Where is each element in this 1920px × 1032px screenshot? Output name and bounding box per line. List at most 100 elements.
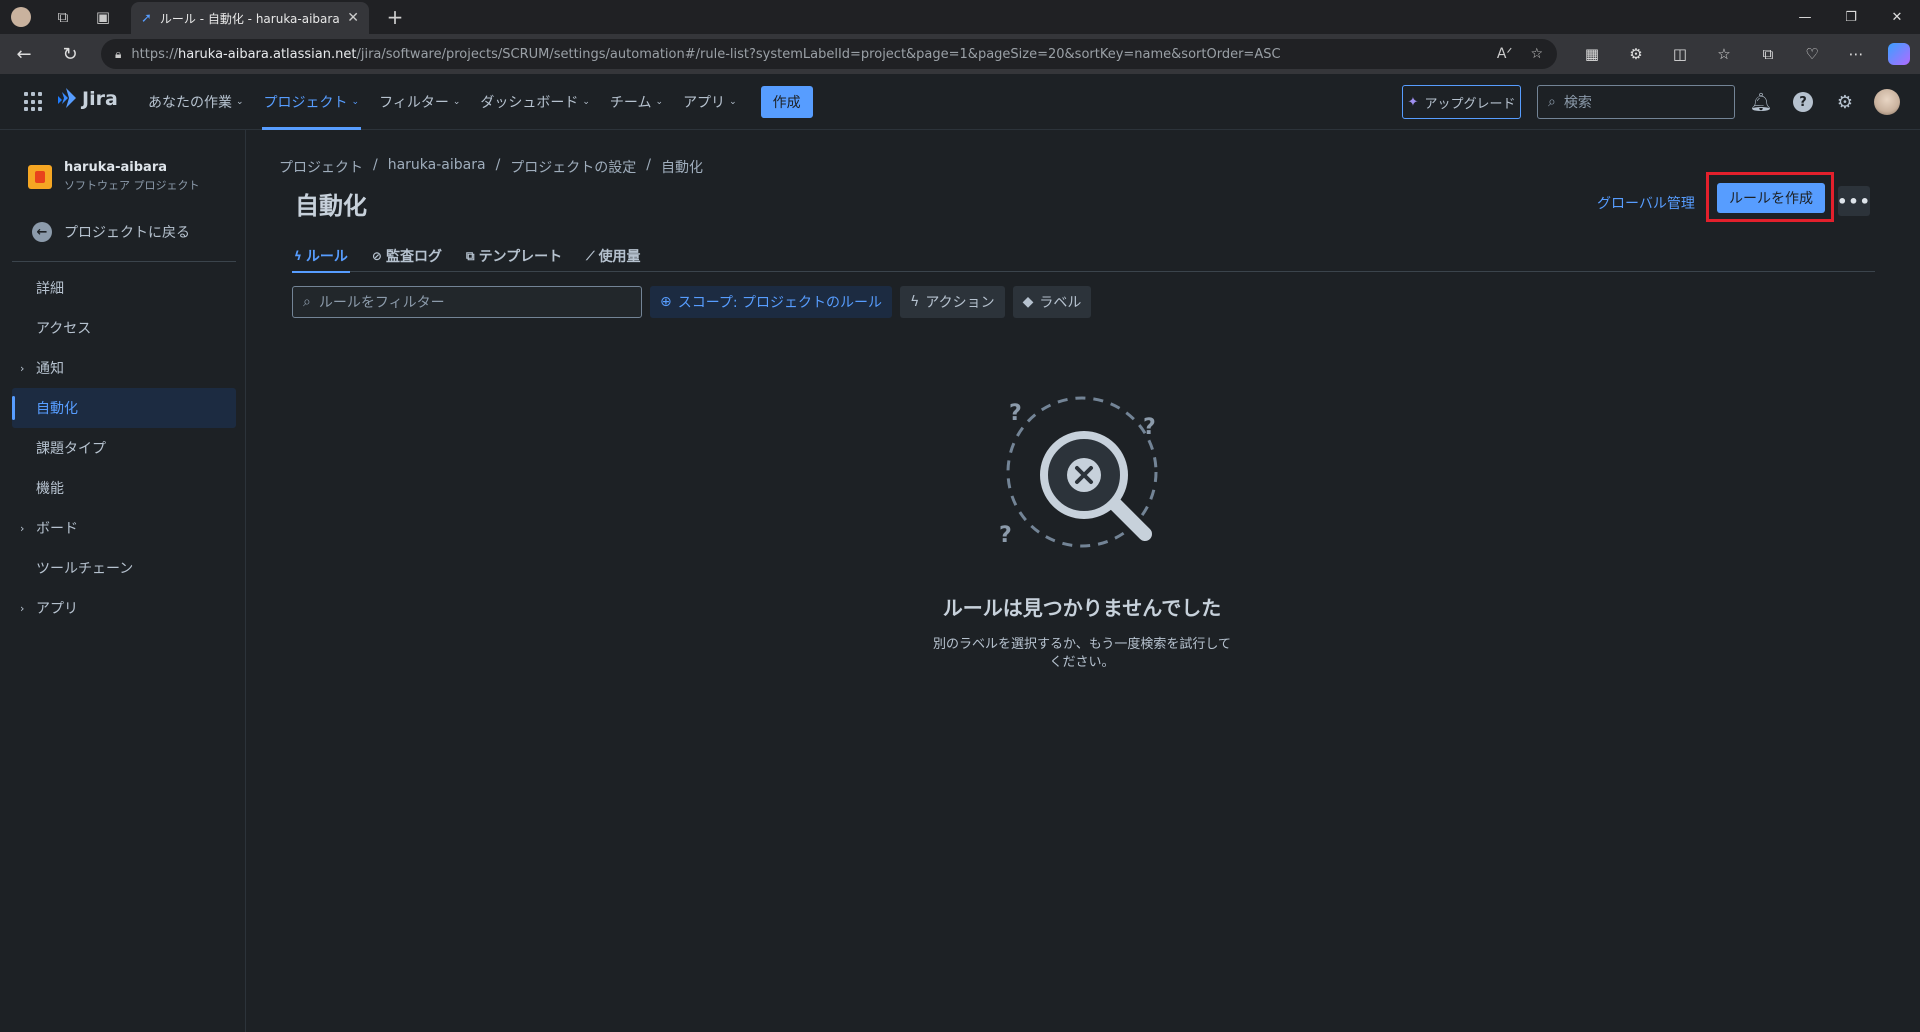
copilot-icon[interactable] — [1888, 43, 1910, 65]
window-close-icon[interactable]: ✕ — [1874, 0, 1920, 34]
workspaces-icon[interactable]: ⧉ — [46, 0, 80, 34]
reload-icon[interactable]: ↻ — [52, 36, 88, 72]
minimize-icon[interactable]: — — [1782, 0, 1828, 34]
highlight-box: ルールを作成 — [1706, 172, 1834, 222]
sidebar-item-board[interactable]: › ボード — [12, 508, 236, 548]
sidebar-item-automation[interactable]: 自動化 — [12, 388, 236, 428]
sidebar-item-apps[interactable]: › アプリ — [12, 588, 236, 628]
tab-templates[interactable]: ⧉ テンプレート — [464, 240, 564, 272]
restore-icon[interactable]: ❐ — [1828, 0, 1874, 34]
main-content: プロジェクト / haruka-aibara / プロジェクトの設定 / 自動化… — [247, 130, 1920, 1032]
split-screen-icon[interactable]: ◫ — [1660, 36, 1700, 72]
breadcrumb-sep: / — [495, 157, 501, 173]
back-to-project-link[interactable]: ← プロジェクトに戻る — [32, 222, 190, 242]
arrow-left-icon: ← — [32, 222, 52, 242]
help-icon[interactable]: ? — [1793, 92, 1813, 112]
new-tab-icon[interactable]: + — [380, 0, 410, 34]
url-text: https://haruka-aibara.atlassian.net/jira… — [131, 46, 1281, 62]
filter-row: ⌕ ルールをフィルター ⊕ スコープ: プロジェクトのルール ϟ アクション ◆… — [292, 286, 1092, 318]
automation-tabs: ϟ ルール ⊘ 監査ログ ⧉ テンプレート ⟋ 使用量 — [292, 240, 1875, 273]
collections-icon[interactable]: ⧉ — [1748, 36, 1788, 72]
nav-utility-icons: 🔔︎ ? ⚙ — [1745, 86, 1903, 118]
svg-text:?: ? — [1009, 401, 1022, 426]
sidebar-item-details[interactable]: 詳細 — [12, 268, 236, 308]
favorites-icon[interactable]: ☆ — [1704, 36, 1744, 72]
address-bar[interactable]: 🔒︎ https://haruka-aibara.atlassian.net/j… — [101, 39, 1557, 69]
read-aloud-icon[interactable]: Aᐟ — [1497, 46, 1513, 62]
nav-your-work[interactable]: あなたの作業 ⌄ — [140, 74, 252, 130]
window-controls: — ❐ ✕ — [1782, 0, 1920, 34]
sidebar-divider — [12, 261, 236, 262]
settings-gear-icon[interactable]: ⚙ — [1829, 86, 1861, 118]
project-name: haruka-aibara — [64, 160, 167, 175]
settings-nav: 詳細 アクセス › 通知 自動化 課題タイプ 機能 › ボード ツールチェーン › ア… — [12, 268, 236, 628]
browser-essentials-icon[interactable]: ♡ — [1792, 36, 1832, 72]
tab-close-icon[interactable]: ✕ — [347, 10, 359, 26]
breadcrumb-automation[interactable]: 自動化 — [661, 157, 703, 177]
create-button[interactable]: 作成 — [760, 86, 813, 118]
breadcrumb-project[interactable]: haruka-aibara — [388, 157, 486, 177]
browser-tab-active[interactable]: ➚ ルール - 自動化 - haruka-aibara - Jira ✕ — [131, 2, 369, 34]
empty-state-description: 別のラベルを選択するか、もう一度検索を試行してください。 — [933, 637, 1231, 670]
nav-projects[interactable]: プロジェクト ⌄ — [256, 74, 368, 130]
svg-text:?: ? — [999, 523, 1012, 548]
sidebar-item-notifications[interactable]: › 通知 — [12, 348, 236, 388]
sidebar-item-access[interactable]: アクセス — [12, 308, 236, 348]
chevron-down-icon: ⌄ — [729, 97, 737, 107]
global-admin-link[interactable]: グローバル管理 — [1597, 193, 1695, 213]
tab-usage[interactable]: ⟋ 使用量 — [584, 240, 642, 272]
chevron-right-icon: › — [20, 521, 25, 535]
nav-filters[interactable]: フィルター ⌄ — [371, 74, 468, 130]
empty-state-title: ルールは見つかりませんでした — [942, 596, 1222, 620]
more-actions-button[interactable]: ••• — [1837, 186, 1870, 216]
search-input[interactable]: ⌕ 検索 — [1537, 85, 1735, 119]
label-filter-button[interactable]: ◆ ラベル — [1012, 286, 1092, 318]
scope-filter-button[interactable]: ⊕ スコープ: プロジェクトのルール — [650, 286, 893, 318]
lightning-icon: ϟ — [294, 249, 302, 263]
nav-teams[interactable]: チーム ⌄ — [602, 74, 671, 130]
nav-dashboards[interactable]: ダッシュボード ⌄ — [472, 74, 598, 130]
project-header[interactable]: haruka-aibara ソフトウェア プロジェクト — [28, 160, 200, 193]
extensions-icon[interactable]: ⚙ — [1616, 36, 1656, 72]
breadcrumb-projects[interactable]: プロジェクト — [279, 157, 363, 177]
sidebar-item-toolchain[interactable]: ツールチェーン — [12, 548, 236, 588]
chart-icon: ⟋ — [586, 248, 595, 263]
tab-audit-log[interactable]: ⊘ 監査ログ — [370, 240, 444, 272]
create-rule-button[interactable]: ルールを作成 — [1717, 183, 1825, 213]
nav-apps[interactable]: アプリ ⌄ — [675, 74, 745, 130]
browser-tab-title: ルール - 自動化 - haruka-aibara - Jira — [159, 11, 340, 26]
tag-icon: ◆ — [1022, 294, 1034, 310]
product-name: Jira — [82, 88, 118, 110]
project-avatar-icon — [28, 164, 52, 189]
chevron-down-icon: ⌄ — [582, 97, 590, 107]
check-circle-icon: ⊘ — [371, 249, 382, 263]
profile-icon[interactable] — [4, 0, 38, 34]
lock-icon: 🔒︎ — [115, 46, 122, 61]
more-menu-icon[interactable]: ⋯ — [1836, 36, 1876, 72]
no-results-magnifier-icon: ? ? ? — [999, 396, 1158, 548]
breadcrumb-settings[interactable]: プロジェクトの設定 — [510, 157, 636, 177]
chevron-down-icon: ⌄ — [236, 97, 244, 107]
jira-logo[interactable]: Jira — [56, 88, 118, 110]
sidebar-item-features[interactable]: 機能 — [12, 468, 236, 508]
favorite-star-icon[interactable]: ☆ — [1530, 46, 1543, 62]
vertical-tabs-icon[interactable]: ▣ — [86, 0, 120, 34]
globe-icon: ⊕ — [660, 294, 672, 310]
app-switcher-icon[interactable] — [24, 92, 44, 112]
primary-nav: あなたの作業 ⌄ プロジェクト ⌄ フィルター ⌄ ダッシュボード ⌄ チーム ⌄ アプリ… — [140, 74, 813, 130]
jira-favicon-icon: ➚ — [141, 10, 152, 26]
qr-icon[interactable]: ▦ — [1572, 36, 1612, 72]
project-type: ソフトウェア プロジェクト — [64, 179, 200, 192]
browser-extensions: ▦ ⚙ ◫ ☆ ⧉ ♡ ⋯ — [1572, 34, 1910, 74]
upgrade-button[interactable]: ✦ アップグレード — [1402, 85, 1521, 119]
breadcrumb: プロジェクト / haruka-aibara / プロジェクトの設定 / 自動化 — [279, 157, 703, 177]
back-label: プロジェクトに戻る — [64, 225, 190, 241]
avatar[interactable] — [1874, 89, 1900, 115]
back-arrow-icon[interactable]: ← — [6, 36, 42, 72]
upgrade-label: アップグレード — [1424, 96, 1516, 112]
sidebar-item-issue-types[interactable]: 課題タイプ — [12, 428, 236, 468]
rule-filter-input[interactable]: ⌕ ルールをフィルター — [292, 286, 642, 318]
notifications-icon[interactable]: 🔔︎ — [1745, 86, 1777, 118]
tab-rules[interactable]: ϟ ルール — [292, 240, 350, 273]
action-filter-button[interactable]: ϟ アクション — [900, 286, 1005, 318]
